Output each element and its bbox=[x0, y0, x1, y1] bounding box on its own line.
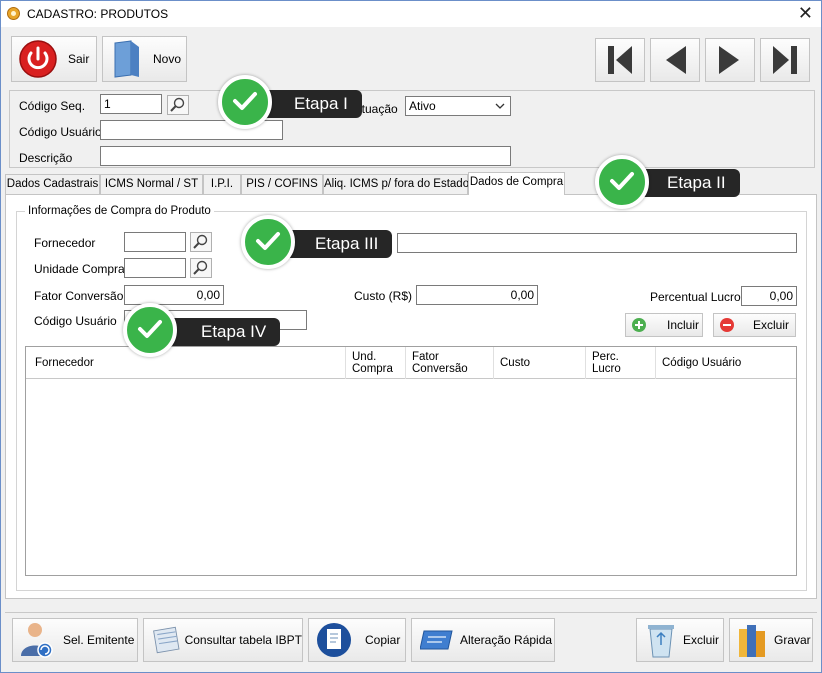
chevron-down-icon bbox=[495, 103, 505, 109]
sair-label: Sair bbox=[68, 52, 90, 66]
unidade-compra-input[interactable] bbox=[124, 258, 186, 278]
unidade-search-button[interactable] bbox=[190, 258, 212, 278]
previous-icon bbox=[666, 46, 686, 74]
fornecedor-code-input[interactable] bbox=[124, 232, 186, 252]
etapa4-callout: Etapa IV bbox=[154, 318, 281, 346]
grid-col-und-compra[interactable]: Und. Compra bbox=[346, 347, 406, 379]
close-icon[interactable]: ✕ bbox=[798, 3, 813, 23]
copiar-button[interactable]: Copiar bbox=[308, 618, 406, 662]
sel-emitente-label: Sel. Emitente bbox=[63, 633, 135, 647]
situacao-value: Ativo bbox=[409, 99, 436, 113]
fator-conversao-input[interactable]: 0,00 bbox=[124, 285, 224, 305]
percentual-lucro-label: Percentual Lucro bbox=[650, 290, 741, 304]
copy-document-icon bbox=[317, 623, 351, 657]
table-notebook-icon bbox=[153, 626, 180, 654]
sair-button[interactable]: Sair bbox=[11, 36, 97, 82]
user-icon bbox=[21, 623, 53, 658]
alteracao-rapida-label: Alteração Rápida bbox=[460, 633, 553, 647]
grid-col-perc-lucro[interactable]: Perc. Lucro bbox=[586, 347, 656, 379]
last-icon bbox=[773, 46, 797, 74]
save-books-icon bbox=[739, 625, 765, 657]
incluir-button[interactable]: Incluir bbox=[625, 313, 703, 337]
check-icon bbox=[241, 215, 295, 269]
grid-col-fator[interactable]: Fator Conversão bbox=[406, 347, 494, 379]
unidade-compra-label: Unidade Compra bbox=[34, 262, 125, 276]
app-icon bbox=[7, 7, 20, 20]
plus-icon bbox=[632, 318, 646, 332]
compra-excluir-label: Excluir bbox=[753, 318, 790, 332]
compra-grid[interactable]: Fornecedor Und. Compra Fator Conversão C… bbox=[25, 346, 797, 576]
consultar-ibpt-button[interactable]: Consultar tabela IBPT bbox=[143, 618, 303, 662]
codigo-seq-input[interactable]: 1 bbox=[100, 94, 162, 114]
tab-ipi[interactable]: I.P.I. bbox=[203, 174, 241, 195]
main-window: CADASTRO: PRODUTOS ✕ Sair Novo Código Se… bbox=[0, 0, 822, 673]
first-icon bbox=[608, 46, 632, 74]
alteracao-rapida-button[interactable]: Alteração Rápida bbox=[411, 618, 555, 662]
magnifier-icon bbox=[193, 260, 208, 275]
last-record-button[interactable] bbox=[760, 38, 810, 82]
check-icon bbox=[123, 303, 177, 357]
grid-col-fornecedor[interactable]: Fornecedor bbox=[26, 347, 346, 379]
descricao-input[interactable] bbox=[100, 146, 511, 166]
codigo-seq-search-button[interactable] bbox=[167, 95, 189, 115]
title-bar: CADASTRO: PRODUTOS ✕ bbox=[1, 1, 821, 27]
novo-button[interactable]: Novo bbox=[102, 36, 187, 82]
new-document-icon bbox=[114, 40, 139, 78]
check-icon bbox=[595, 155, 649, 209]
window-title: CADASTRO: PRODUTOS bbox=[27, 7, 169, 21]
tab-dados-compra[interactable]: Dados de Compra bbox=[468, 172, 565, 195]
custo-label: Custo (R$) bbox=[354, 289, 413, 303]
next-icon bbox=[719, 46, 739, 74]
recycle-bin-icon bbox=[648, 625, 674, 658]
grid-col-codigo-usuario[interactable]: Código Usuário bbox=[656, 347, 796, 379]
previous-record-button[interactable] bbox=[650, 38, 700, 82]
tab-pis-cofins[interactable]: PIS / COFINS bbox=[241, 174, 323, 195]
copiar-label: Copiar bbox=[365, 633, 401, 647]
power-icon bbox=[19, 40, 57, 78]
minus-icon bbox=[720, 318, 734, 332]
descricao-label: Descrição bbox=[19, 151, 73, 165]
sel-emitente-button[interactable]: Sel. Emitente bbox=[12, 618, 138, 662]
fator-conversao-label: Fator Conversão bbox=[34, 289, 124, 303]
bottom-excluir-label: Excluir bbox=[683, 633, 720, 647]
fornecedor-name-input[interactable] bbox=[397, 233, 797, 253]
magnifier-icon bbox=[170, 97, 185, 112]
novo-label: Novo bbox=[153, 52, 182, 66]
edit-form-icon bbox=[420, 630, 453, 650]
gravar-button[interactable]: Gravar bbox=[729, 618, 813, 662]
situacao-select[interactable]: Ativo bbox=[405, 96, 511, 116]
tab-dados-cadastrais[interactable]: Dados Cadastrais bbox=[5, 174, 100, 195]
grid-col-custo[interactable]: Custo bbox=[494, 347, 586, 379]
next-record-button[interactable] bbox=[705, 38, 755, 82]
consultar-ibpt-label: Consultar tabela IBPT bbox=[184, 633, 302, 647]
tab-aliq-icms[interactable]: Aliq. ICMS p/ fora do Estado bbox=[323, 174, 469, 195]
compra-excluir-button[interactable]: Excluir bbox=[713, 313, 796, 337]
fornecedor-search-button[interactable] bbox=[190, 232, 212, 252]
percentual-lucro-input[interactable]: 0,00 bbox=[741, 286, 797, 306]
compra-group-title: Informações de Compra do Produto bbox=[25, 205, 214, 217]
codigo-seq-label: Código Seq. bbox=[19, 99, 86, 113]
compra-codigo-usuario-label: Código Usuário bbox=[34, 314, 117, 328]
gravar-label: Gravar bbox=[774, 633, 811, 647]
check-icon bbox=[218, 75, 272, 129]
fornecedor-label: Fornecedor bbox=[34, 236, 96, 250]
magnifier-icon bbox=[193, 234, 208, 249]
bottom-excluir-button[interactable]: Excluir bbox=[636, 618, 724, 662]
codigo-usuario-label: Código Usuário bbox=[19, 125, 102, 139]
first-record-button[interactable] bbox=[595, 38, 645, 82]
tab-icms-normal[interactable]: ICMS Normal / ST bbox=[100, 174, 203, 195]
incluir-label: Incluir bbox=[667, 318, 700, 332]
custo-input[interactable]: 0,00 bbox=[416, 285, 538, 305]
etapa3-callout: Etapa III bbox=[268, 230, 393, 258]
etapa1-callout: Etapa I bbox=[248, 90, 362, 118]
